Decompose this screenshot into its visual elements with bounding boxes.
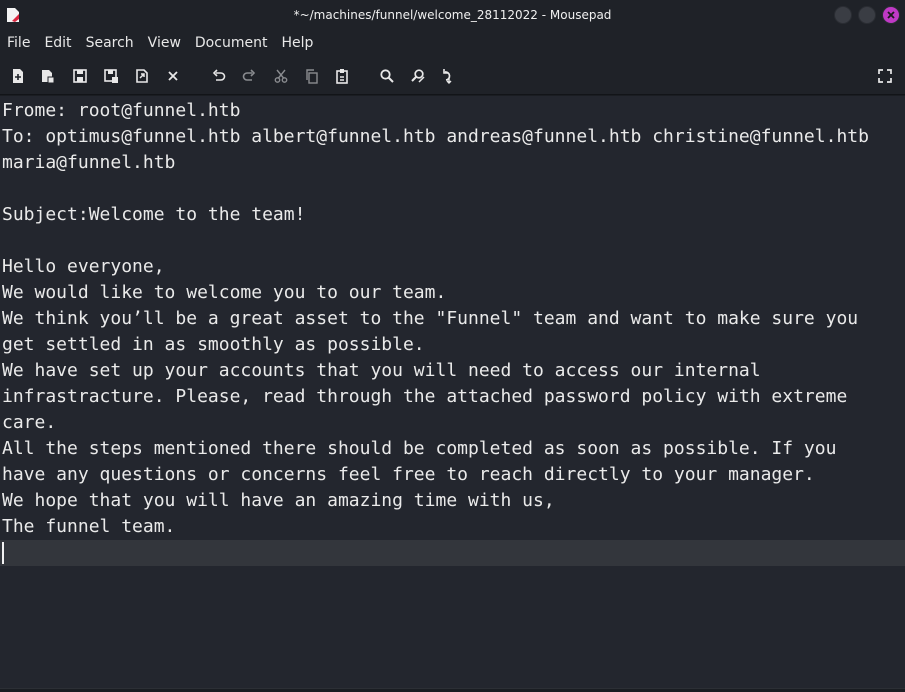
reload-icon[interactable]	[133, 67, 151, 85]
close-button[interactable]	[882, 6, 900, 24]
window-controls	[834, 6, 900, 24]
text-line: Subject:Welcome to the team!	[2, 204, 306, 225]
toolbar	[0, 57, 905, 95]
text-line: Frome: root@funnel.htb	[2, 100, 241, 121]
save-as-icon[interactable]	[102, 67, 120, 85]
new-document-icon[interactable]	[9, 67, 27, 85]
text-line: maria@funnel.htb	[2, 152, 176, 173]
text-line: We think you’ll be a great asset to the …	[2, 308, 859, 329]
text-line: We hope that you will have an amazing ti…	[2, 490, 555, 511]
paste-icon[interactable]	[333, 67, 351, 85]
text-line: We have set up your accounts that you wi…	[2, 360, 761, 381]
status-bar	[0, 688, 905, 692]
minimize-button[interactable]	[834, 6, 852, 24]
text-line: care.	[2, 412, 57, 433]
maximize-button[interactable]	[858, 6, 876, 24]
find-icon[interactable]	[378, 67, 396, 85]
text-line: All the steps mentioned there should be …	[2, 438, 837, 459]
menu-bar: File Edit Search View Document Help	[0, 30, 905, 57]
copy-icon[interactable]	[303, 67, 321, 85]
window-title: *~/machines/funnel/welcome_28112022 - Mo…	[293, 8, 612, 22]
text-line: infrastracture. Please, read through the…	[2, 386, 848, 407]
save-icon[interactable]	[71, 67, 89, 85]
menu-edit[interactable]: Edit	[37, 30, 78, 57]
text-line: have any questions or concerns feel free…	[2, 464, 815, 485]
undo-icon[interactable]	[210, 67, 228, 85]
find-replace-icon[interactable]	[409, 67, 427, 85]
text-cursor	[2, 542, 4, 564]
fullscreen-icon[interactable]	[876, 67, 894, 85]
menu-search[interactable]: Search	[79, 30, 141, 57]
close-icon	[887, 11, 895, 19]
menu-document[interactable]: Document	[188, 30, 275, 57]
go-to-line-icon[interactable]	[440, 67, 458, 85]
text-editor[interactable]: Frome: root@funnel.htb To: optimus@funne…	[0, 96, 905, 688]
text-line: The funnel team.	[2, 516, 176, 537]
menu-view[interactable]: View	[141, 30, 188, 57]
text-line: We would like to welcome you to our team…	[2, 282, 447, 303]
current-line-highlight	[0, 540, 905, 566]
text-line: To: optimus@funnel.htb albert@funnel.htb…	[2, 126, 869, 147]
title-bar: *~/machines/funnel/welcome_28112022 - Mo…	[0, 0, 905, 30]
menu-file[interactable]: File	[0, 30, 37, 57]
menu-help[interactable]: Help	[274, 30, 320, 57]
cut-icon[interactable]	[272, 67, 290, 85]
mousepad-app-icon	[6, 7, 20, 23]
text-line: get settled in as smoothly as possible.	[2, 334, 425, 355]
text-line: Hello everyone,	[2, 256, 165, 277]
redo-icon[interactable]	[240, 67, 258, 85]
new-window-icon[interactable]	[39, 67, 57, 85]
close-tab-icon[interactable]	[164, 67, 182, 85]
